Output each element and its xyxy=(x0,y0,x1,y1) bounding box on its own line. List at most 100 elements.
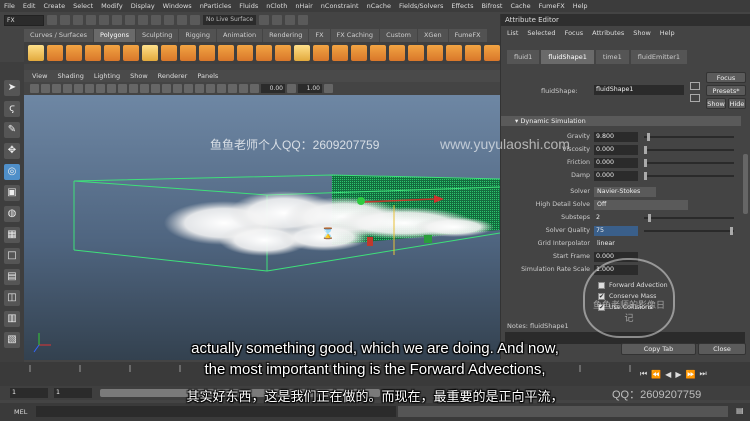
poly-pyramid-icon[interactable] xyxy=(161,45,177,61)
render-icon[interactable] xyxy=(259,15,270,25)
move-tool-icon[interactable]: ✥ xyxy=(4,143,20,159)
ae-tab-fluidshape1[interactable]: fluidShape1 xyxy=(541,50,594,64)
motion-blur-icon[interactable] xyxy=(206,84,215,93)
substeps-slider[interactable] xyxy=(644,213,734,222)
ae-menu-focus[interactable]: Focus xyxy=(565,29,584,37)
shelf-tab-rendering[interactable]: Rendering xyxy=(263,29,309,42)
script-editor-icon[interactable]: ▤ xyxy=(736,406,744,415)
select-node-icon[interactable] xyxy=(690,82,700,90)
solver-quality-slider[interactable] xyxy=(644,226,734,235)
menu-nconstraint[interactable]: nConstraint xyxy=(321,2,359,10)
menu-fluids[interactable]: Fluids xyxy=(239,2,258,10)
high-detail-solve-dropdown[interactable]: Off xyxy=(594,199,688,210)
menu-nparticles[interactable]: nParticles xyxy=(200,2,232,10)
anti-aliasing-icon[interactable] xyxy=(217,84,226,93)
shelf-tab-sculpting[interactable]: Sculpting xyxy=(135,29,179,42)
shelf-tab-fx[interactable]: FX xyxy=(309,29,330,42)
film-gate-icon[interactable] xyxy=(85,84,94,93)
menu-bifrost[interactable]: Bifrost xyxy=(481,2,502,10)
attribute-editor-scrollbar[interactable] xyxy=(743,154,748,214)
undo-icon[interactable] xyxy=(86,15,96,25)
render-settings-icon[interactable] xyxy=(285,15,296,25)
show-button[interactable]: Show xyxy=(706,98,726,109)
friction-slider[interactable] xyxy=(644,158,734,167)
reverse-normals-icon[interactable] xyxy=(465,45,481,61)
damp-field[interactable]: 0.000 xyxy=(594,170,638,181)
fill-hole-icon[interactable] xyxy=(370,45,386,61)
manipulator-icon[interactable]: ◍ xyxy=(4,206,20,222)
lights-icon[interactable] xyxy=(173,84,182,93)
viewport-menu-renderer[interactable]: Renderer xyxy=(158,72,188,80)
poly-sphere-icon[interactable] xyxy=(28,45,44,61)
ae-menu-help[interactable]: Help xyxy=(660,29,675,37)
menu-set-select[interactable]: FX xyxy=(4,14,44,26)
substeps-field[interactable]: 2 xyxy=(594,213,638,223)
outliner-layout-icon[interactable]: ▥ xyxy=(4,311,20,327)
paint-select-icon[interactable]: ✎ xyxy=(4,122,20,138)
camera-select-icon[interactable] xyxy=(30,84,39,93)
merge-icon[interactable] xyxy=(446,45,462,61)
snap-grid-icon[interactable] xyxy=(151,15,161,25)
shelf-tab-fumefx[interactable]: FumeFX xyxy=(448,29,487,42)
resolution-gate-icon[interactable] xyxy=(96,84,105,93)
viscosity-field[interactable]: 0.000 xyxy=(594,144,638,155)
select-component-icon[interactable] xyxy=(138,15,148,25)
live-surface-field[interactable]: No Live Surface xyxy=(203,15,257,25)
shelf-tab-xgen[interactable]: XGen xyxy=(417,29,448,42)
poly-cone-icon[interactable] xyxy=(85,45,101,61)
safe-action-icon[interactable] xyxy=(129,84,138,93)
poly-disc-icon[interactable] xyxy=(142,45,158,61)
lasso-tool-icon[interactable]: ϛ xyxy=(4,101,20,117)
ae-tab-fluid1[interactable]: fluid1 xyxy=(507,50,540,64)
ae-tab-fluidemitter1[interactable]: fluidEmitter1 xyxy=(630,50,688,64)
copy-node-icon[interactable] xyxy=(690,94,700,102)
gamma-field[interactable]: 1.00 xyxy=(298,84,322,93)
shelf-tab-fx-caching[interactable]: FX Caching xyxy=(330,29,380,42)
menu-modify[interactable]: Modify xyxy=(101,2,123,10)
grid-interpolator-dropdown[interactable]: linear xyxy=(594,239,638,249)
boolean-icon[interactable] xyxy=(275,45,291,61)
focus-button[interactable]: Focus xyxy=(706,72,746,83)
gravity-slider[interactable] xyxy=(644,132,734,141)
menu-create[interactable]: Create xyxy=(43,2,65,10)
gate-mask-icon[interactable] xyxy=(107,84,116,93)
isolate-select-icon[interactable] xyxy=(228,84,237,93)
menu-fields-solvers[interactable]: Fields/Solvers xyxy=(399,2,443,10)
menu-windows[interactable]: Windows xyxy=(163,2,192,10)
save-scene-icon[interactable] xyxy=(73,15,83,25)
smooth-icon[interactable] xyxy=(256,45,272,61)
xray-joints-icon[interactable] xyxy=(250,84,259,93)
textured-icon[interactable] xyxy=(162,84,171,93)
select-hierarchy-icon[interactable] xyxy=(112,15,122,25)
smooth-shade-icon[interactable] xyxy=(151,84,160,93)
menu-ncache[interactable]: nCache xyxy=(367,2,391,10)
ambient-occlusion-icon[interactable] xyxy=(195,84,204,93)
viewport-menu-view[interactable]: View xyxy=(32,72,47,80)
poly-cylinder-icon[interactable] xyxy=(66,45,82,61)
damp-slider[interactable] xyxy=(644,171,734,180)
bridge-icon[interactable] xyxy=(313,45,329,61)
extrude-icon[interactable] xyxy=(294,45,310,61)
section-header-dynamic-simulation[interactable]: ▾ Dynamic Simulation xyxy=(501,116,741,126)
node-name-field[interactable]: fluidShape1 xyxy=(594,85,684,95)
wireframe-icon[interactable] xyxy=(140,84,149,93)
friction-field[interactable]: 0.000 xyxy=(594,157,638,168)
menu-ncloth[interactable]: nCloth xyxy=(266,2,287,10)
last-tool-icon[interactable]: ▦ xyxy=(4,227,20,243)
exposure-field[interactable]: 0.00 xyxy=(261,84,285,93)
solver-dropdown[interactable]: Navier-Stokes xyxy=(594,186,656,197)
snap-curve-icon[interactable] xyxy=(164,15,174,25)
camera-attributes-icon[interactable] xyxy=(41,84,50,93)
mel-command-input[interactable] xyxy=(36,406,396,417)
snap-point-icon[interactable] xyxy=(177,15,187,25)
ipr-render-icon[interactable] xyxy=(272,15,283,25)
uv-editor-icon[interactable] xyxy=(484,45,500,61)
select-object-icon[interactable] xyxy=(125,15,135,25)
ae-menu-selected[interactable]: Selected xyxy=(527,29,555,37)
combine-icon[interactable] xyxy=(199,45,215,61)
insert-edge-loop-icon[interactable] xyxy=(408,45,424,61)
shelf-tab-custom[interactable]: Custom xyxy=(380,29,417,42)
viewport-menu-panels[interactable]: Panels xyxy=(197,72,218,80)
gravity-field[interactable]: 9.800 xyxy=(594,131,638,142)
open-scene-icon[interactable] xyxy=(60,15,70,25)
